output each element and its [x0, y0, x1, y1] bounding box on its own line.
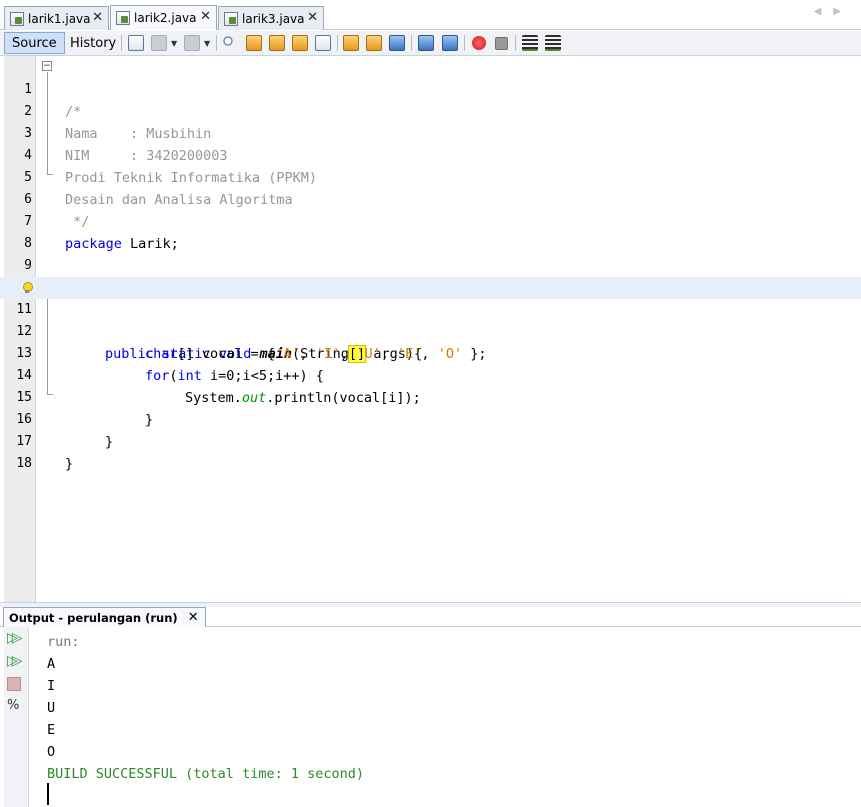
tab-scroll-arrows-icon[interactable]: ◀▶ [814, 6, 853, 17]
stop-icon[interactable] [7, 677, 21, 691]
console-line: run: [47, 634, 80, 650]
close-icon[interactable]: ✕ [307, 10, 318, 25]
code-line: 3 NIM : 3420200003 [0, 101, 861, 164]
code-line: 5 Desain dan Analisa Algoritma [0, 145, 861, 208]
toolbar-divider [515, 35, 516, 51]
java-file-icon [224, 11, 238, 26]
output-console[interactable]: run: A I U E O BUILD SUCCESSFUL (total t… [29, 627, 861, 807]
tab-label: larik1.java [28, 11, 91, 26]
toggle-bookmark-icon[interactable] [389, 35, 405, 51]
code-line: 2 Nama : Musbihin [0, 79, 861, 142]
java-file-icon [10, 11, 24, 26]
code-line: 4 Prodi Teknik Informatika (PPKM) [0, 123, 861, 186]
toolbar-divider [121, 35, 122, 51]
code-line: 8 [0, 211, 861, 251]
chevron-down-icon[interactable]: ▼ [171, 39, 177, 48]
close-icon[interactable]: ✕ [92, 10, 103, 25]
console-line: E [47, 722, 56, 738]
close-icon[interactable]: ✕ [188, 610, 199, 625]
back-icon[interactable] [151, 35, 167, 51]
build-status: BUILD SUCCESSFUL (total time: 1 second) [47, 766, 364, 782]
shift-left-icon[interactable] [418, 35, 434, 51]
toggle-rectangular-selection-icon[interactable] [315, 35, 331, 51]
find-icon[interactable] [222, 35, 238, 51]
tab-label: larik3.java [242, 11, 305, 26]
tab-output[interactable]: Output - perulangan (run) ✕ [3, 607, 206, 627]
toolbar-divider [216, 35, 217, 51]
code-line: 7 package Larik; [0, 189, 861, 252]
stop-macro-recording-icon[interactable] [495, 37, 508, 50]
comment-icon[interactable] [522, 35, 538, 51]
history-button[interactable]: History [62, 32, 124, 54]
line-number: 18 [16, 456, 32, 471]
console-line: A [47, 656, 56, 672]
tab-larik1[interactable]: larik1.java ✕ [4, 6, 109, 30]
uncomment-icon[interactable] [545, 35, 561, 51]
settings-icon[interactable]: % [7, 698, 23, 714]
toolbar-divider [464, 35, 465, 51]
close-icon[interactable]: ✕ [200, 9, 211, 24]
code-line: 17 } [0, 409, 861, 472]
next-bookmark-icon[interactable] [366, 35, 382, 51]
console-line: I [47, 678, 56, 694]
code-line: 18 [0, 431, 861, 471]
code-line: 15 } [0, 365, 861, 428]
code-line: 9 public class larik2 { [0, 233, 861, 296]
start-macro-recording-icon[interactable] [472, 36, 486, 50]
tab-label: larik2.java [134, 11, 197, 25]
console-line: O [47, 744, 56, 760]
rerun-with-args-icon[interactable]: ▷▷ [7, 653, 23, 669]
code-line: 10 [0, 255, 861, 295]
previous-bookmark-icon[interactable] [343, 35, 359, 51]
find-next-icon[interactable] [269, 35, 285, 51]
chevron-down-icon[interactable]: ▼ [204, 39, 210, 48]
java-file-icon [116, 11, 130, 25]
code-line: 14 System.out.println(vocal[i]); [0, 343, 861, 406]
toggle-highlight-icon[interactable] [292, 35, 308, 51]
code-text: } [65, 456, 74, 472]
last-edit-icon[interactable] [128, 35, 144, 51]
code-line-current: 11 public static void main(String[] args… [0, 277, 861, 363]
output-tab-bar: Output - perulangan (run) ✕ [0, 607, 861, 627]
editor-tab-bar: larik1.java ✕ larik2.java ✕ larik3.java … [0, 0, 861, 30]
code-line: 12 char[] vocal = {'A', 'I', 'U', 'E', '… [0, 299, 861, 362]
editor-toolbar: Source History ▼ ▼ [0, 31, 861, 56]
forward-icon[interactable] [184, 35, 200, 51]
shift-right-icon[interactable] [442, 35, 458, 51]
tab-larik2[interactable]: larik2.java ✕ [110, 5, 217, 30]
tab-larik3[interactable]: larik3.java ✕ [218, 6, 324, 30]
find-previous-icon[interactable] [246, 35, 262, 51]
source-button[interactable]: Source [4, 32, 65, 54]
toolbar-divider [411, 35, 412, 51]
code-line: 1 /* [0, 57, 861, 120]
rerun-icon[interactable]: ▷▷ [7, 630, 23, 646]
code-line: 13 for(int i=0;i<5;i++) { [0, 321, 861, 384]
code-line: 6 */ [0, 167, 861, 230]
console-line: U [47, 700, 56, 716]
output-tab-label: Output - perulangan (run) [9, 610, 178, 625]
code-editor[interactable]: − − 1 /* 2 Nama : Musbihin 3 NIM : 34202… [0, 56, 861, 602]
console-caret [47, 783, 49, 805]
hint-lightbulb-icon[interactable] [22, 282, 33, 294]
toolbar-divider [337, 35, 338, 51]
output-side-toolbar: ▷▷ ▷▷ % [4, 627, 29, 807]
code-line: 16 } [0, 387, 861, 450]
